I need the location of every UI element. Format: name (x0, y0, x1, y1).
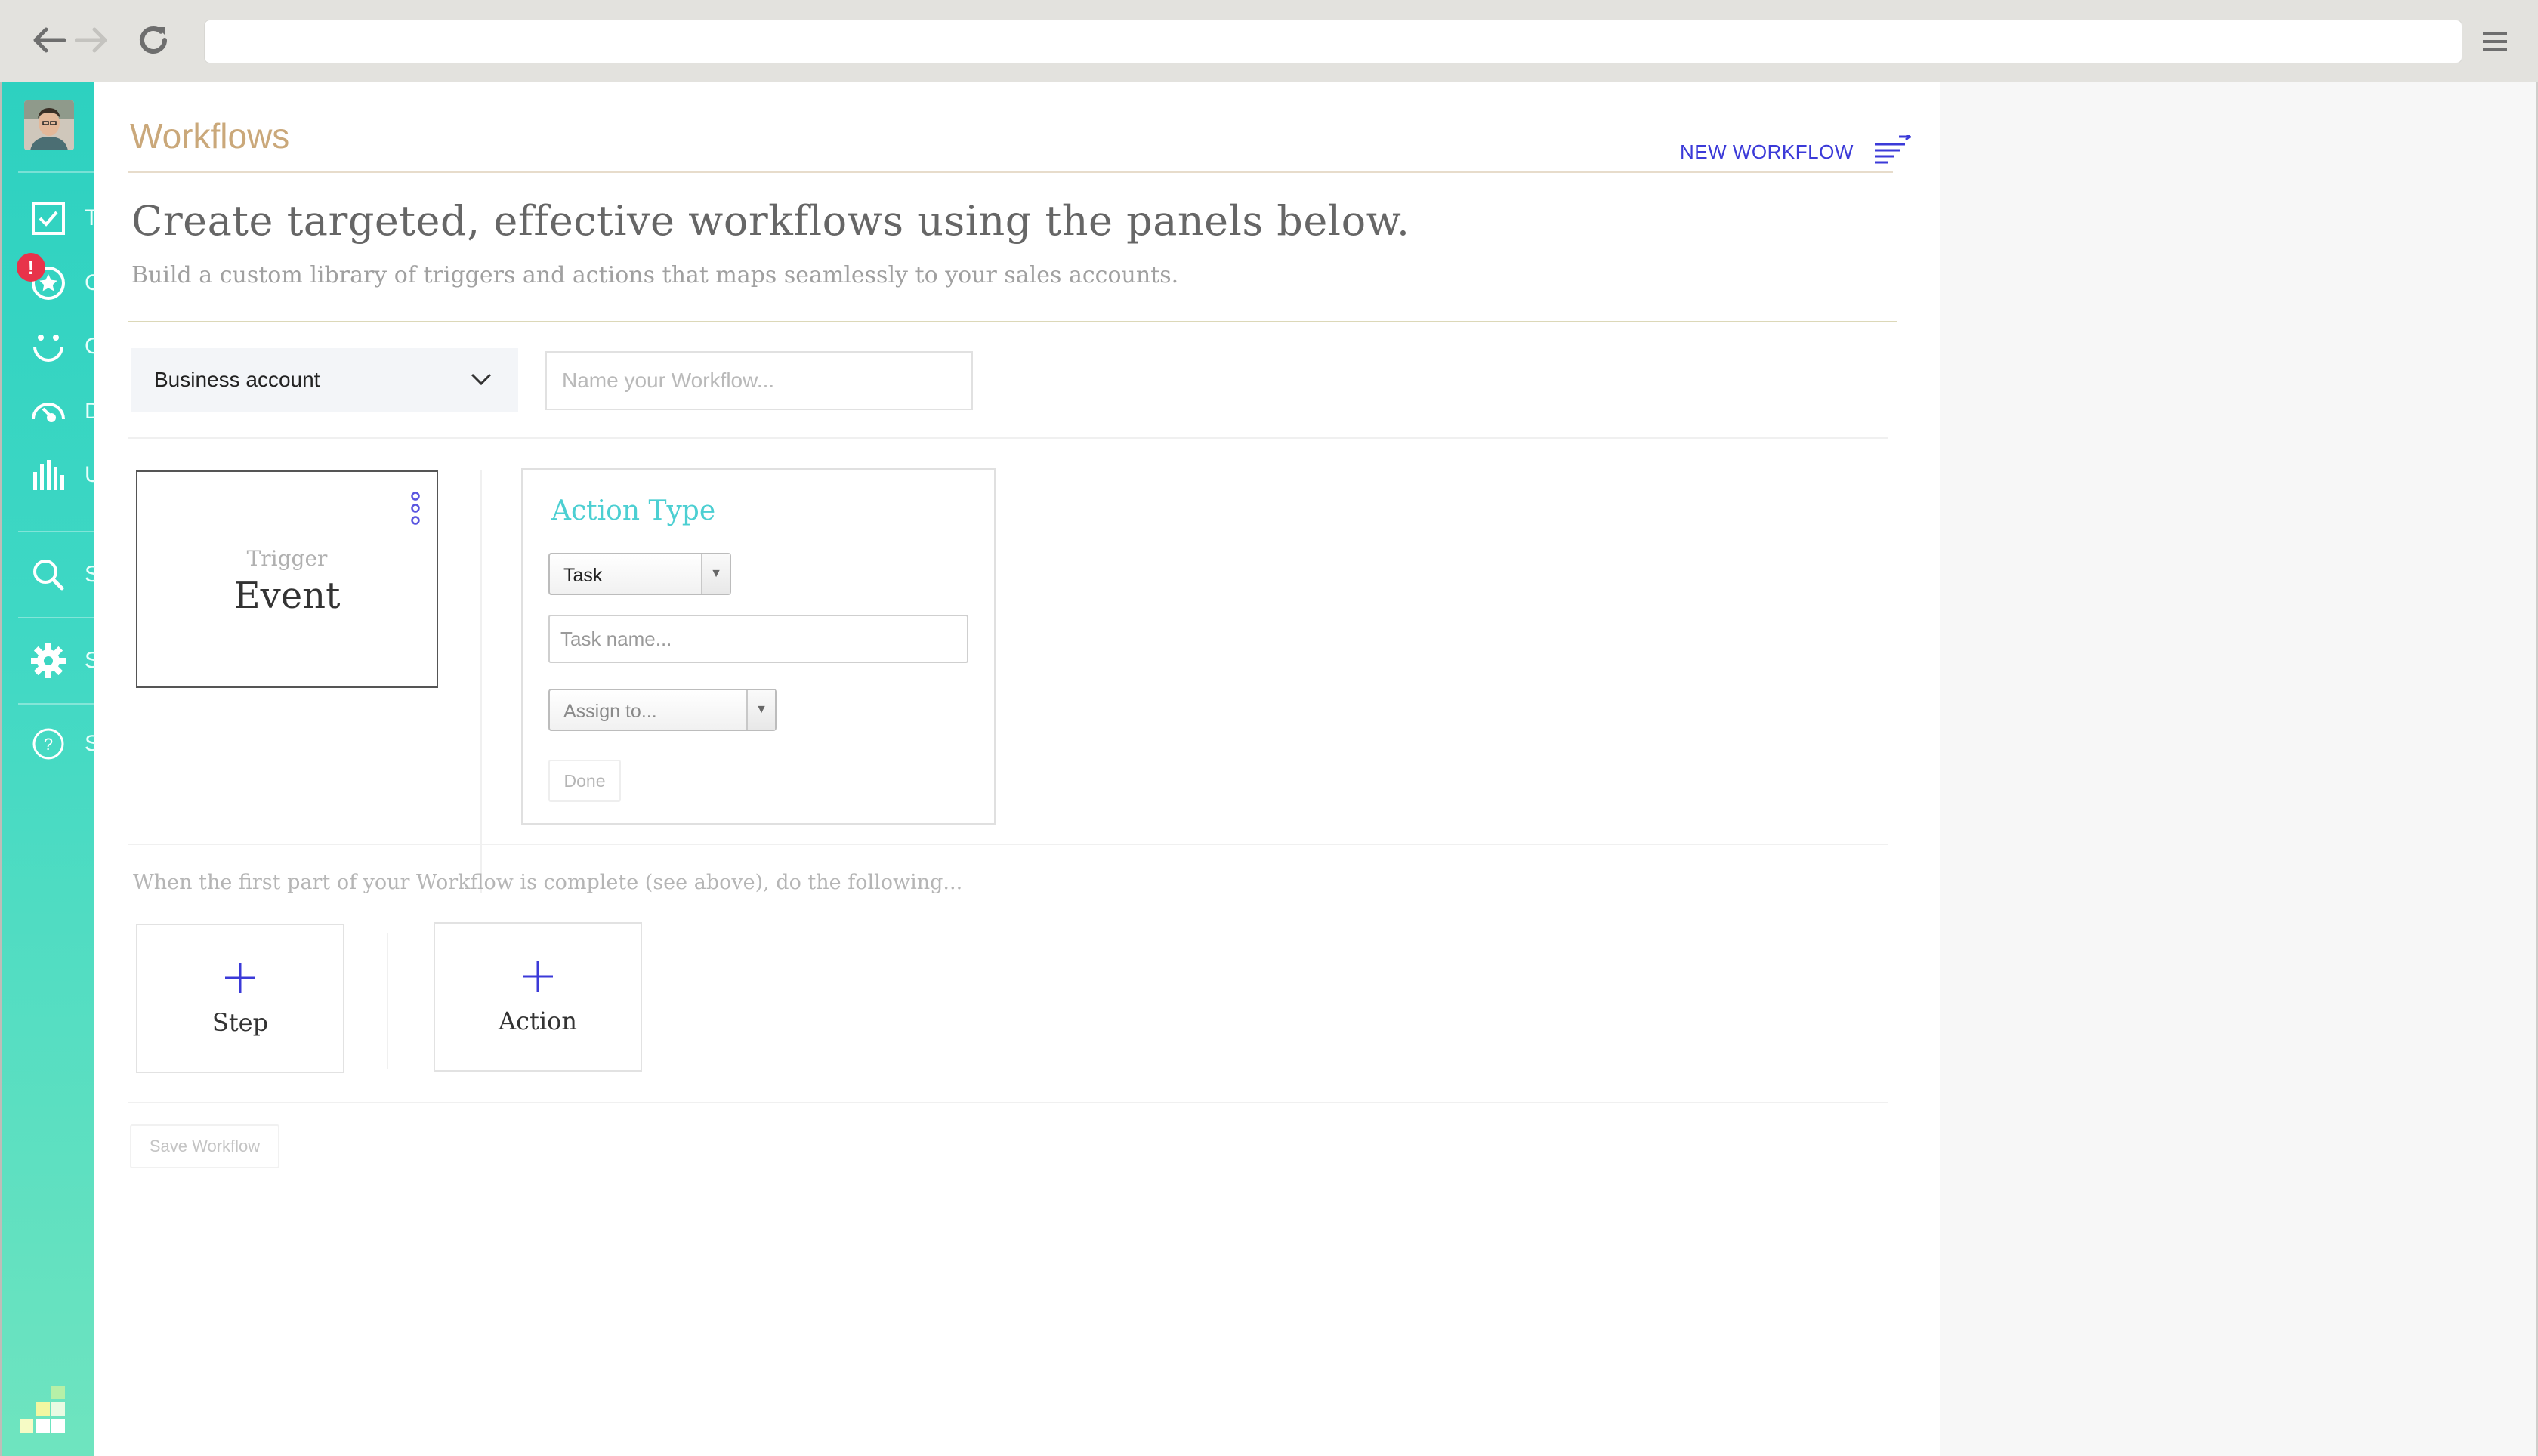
svg-text:?: ? (44, 735, 53, 754)
sidebar-item-settings[interactable]: S (2, 631, 95, 691)
title-divider (128, 171, 1893, 173)
plus-icon (224, 961, 257, 995)
forward-arrow-icon[interactable] (66, 15, 116, 65)
save-workflow-button[interactable]: Save Workflow (130, 1124, 279, 1168)
trigger-card[interactable]: Trigger Event (136, 470, 438, 688)
trigger-label: Trigger (246, 546, 328, 571)
section-divider (128, 1102, 1888, 1103)
sidebar-item-search[interactable]: S (2, 544, 95, 605)
new-workflow-button[interactable]: NEW WORKFLOW (1680, 132, 1913, 169)
smiley-icon (29, 327, 68, 366)
header-divider (128, 321, 1897, 322)
action-type-value: Task (563, 565, 603, 586)
sidebar-item-reports[interactable]: U (2, 445, 95, 505)
action-label: Action (499, 1007, 577, 1035)
account-select-value: Business account (154, 368, 320, 391)
action-type-title: Action Type (551, 495, 716, 526)
gear-icon (29, 641, 68, 680)
chevron-down-icon (470, 368, 492, 394)
done-button[interactable]: Done (548, 760, 621, 802)
page-title: Workflows (130, 116, 290, 156)
sidebar-item-support[interactable]: ? S (2, 714, 95, 774)
dropdown-arrow-icon: ▼ (746, 690, 775, 730)
avatar[interactable] (24, 100, 74, 150)
add-action-button[interactable]: Action (434, 922, 642, 1072)
new-workflow-label: NEW WORKFLOW (1680, 140, 1854, 163)
plus-icon (521, 960, 554, 993)
right-panel (1940, 82, 2538, 1456)
reload-icon[interactable] (128, 15, 178, 65)
trigger-value: Event (233, 575, 341, 617)
list-add-icon (1873, 132, 1913, 169)
task-name-input[interactable] (548, 615, 968, 663)
gauge-icon (29, 392, 68, 431)
section-divider (128, 437, 1888, 439)
workflow-name-input[interactable] (545, 351, 973, 410)
add-step-button[interactable]: Step (136, 924, 344, 1073)
section-divider (128, 844, 1888, 845)
headline: Create targeted, effective workflows usi… (131, 197, 1410, 245)
subheadline: Build a custom library of triggers and a… (131, 262, 1179, 288)
sidebar-item-contacts[interactable]: C (2, 253, 95, 313)
browser-toolbar (0, 0, 2538, 82)
sidebar-item-dashboard[interactable]: D (2, 381, 95, 442)
vertical-divider (387, 933, 388, 1069)
assign-to-select[interactable]: Assign to... ▼ (548, 689, 777, 731)
bar-chart-icon (29, 455, 68, 495)
kebab-menu-icon[interactable] (408, 490, 423, 526)
alert-badge: ! (17, 253, 45, 282)
main-content: Workflows NEW WORKFLOW Create targeted, … (94, 82, 1940, 1456)
action-type-panel: Action Type Task ▼ Assign to... ▼ Done (521, 468, 996, 825)
search-icon (29, 555, 68, 594)
app-logo-icon (18, 1386, 66, 1434)
action-type-select[interactable]: Task ▼ (548, 553, 731, 595)
followup-instruction: When the first part of your Workflow is … (133, 871, 963, 894)
address-bar[interactable] (204, 20, 2462, 63)
dropdown-arrow-icon: ▼ (701, 554, 730, 594)
assign-to-value: Assign to... (563, 701, 657, 722)
step-label: Step (212, 1008, 269, 1037)
hamburger-menu-icon[interactable] (2476, 23, 2514, 60)
sidebar-item-customers[interactable]: C (2, 316, 95, 377)
checkbox-icon (29, 199, 68, 238)
help-icon: ? (29, 724, 68, 763)
vertical-divider (480, 470, 482, 893)
sidebar-item-tasks[interactable]: T (2, 188, 95, 248)
account-select[interactable]: Business account (131, 348, 518, 412)
sidebar: T ! C C D U S S ? S (0, 82, 95, 1456)
